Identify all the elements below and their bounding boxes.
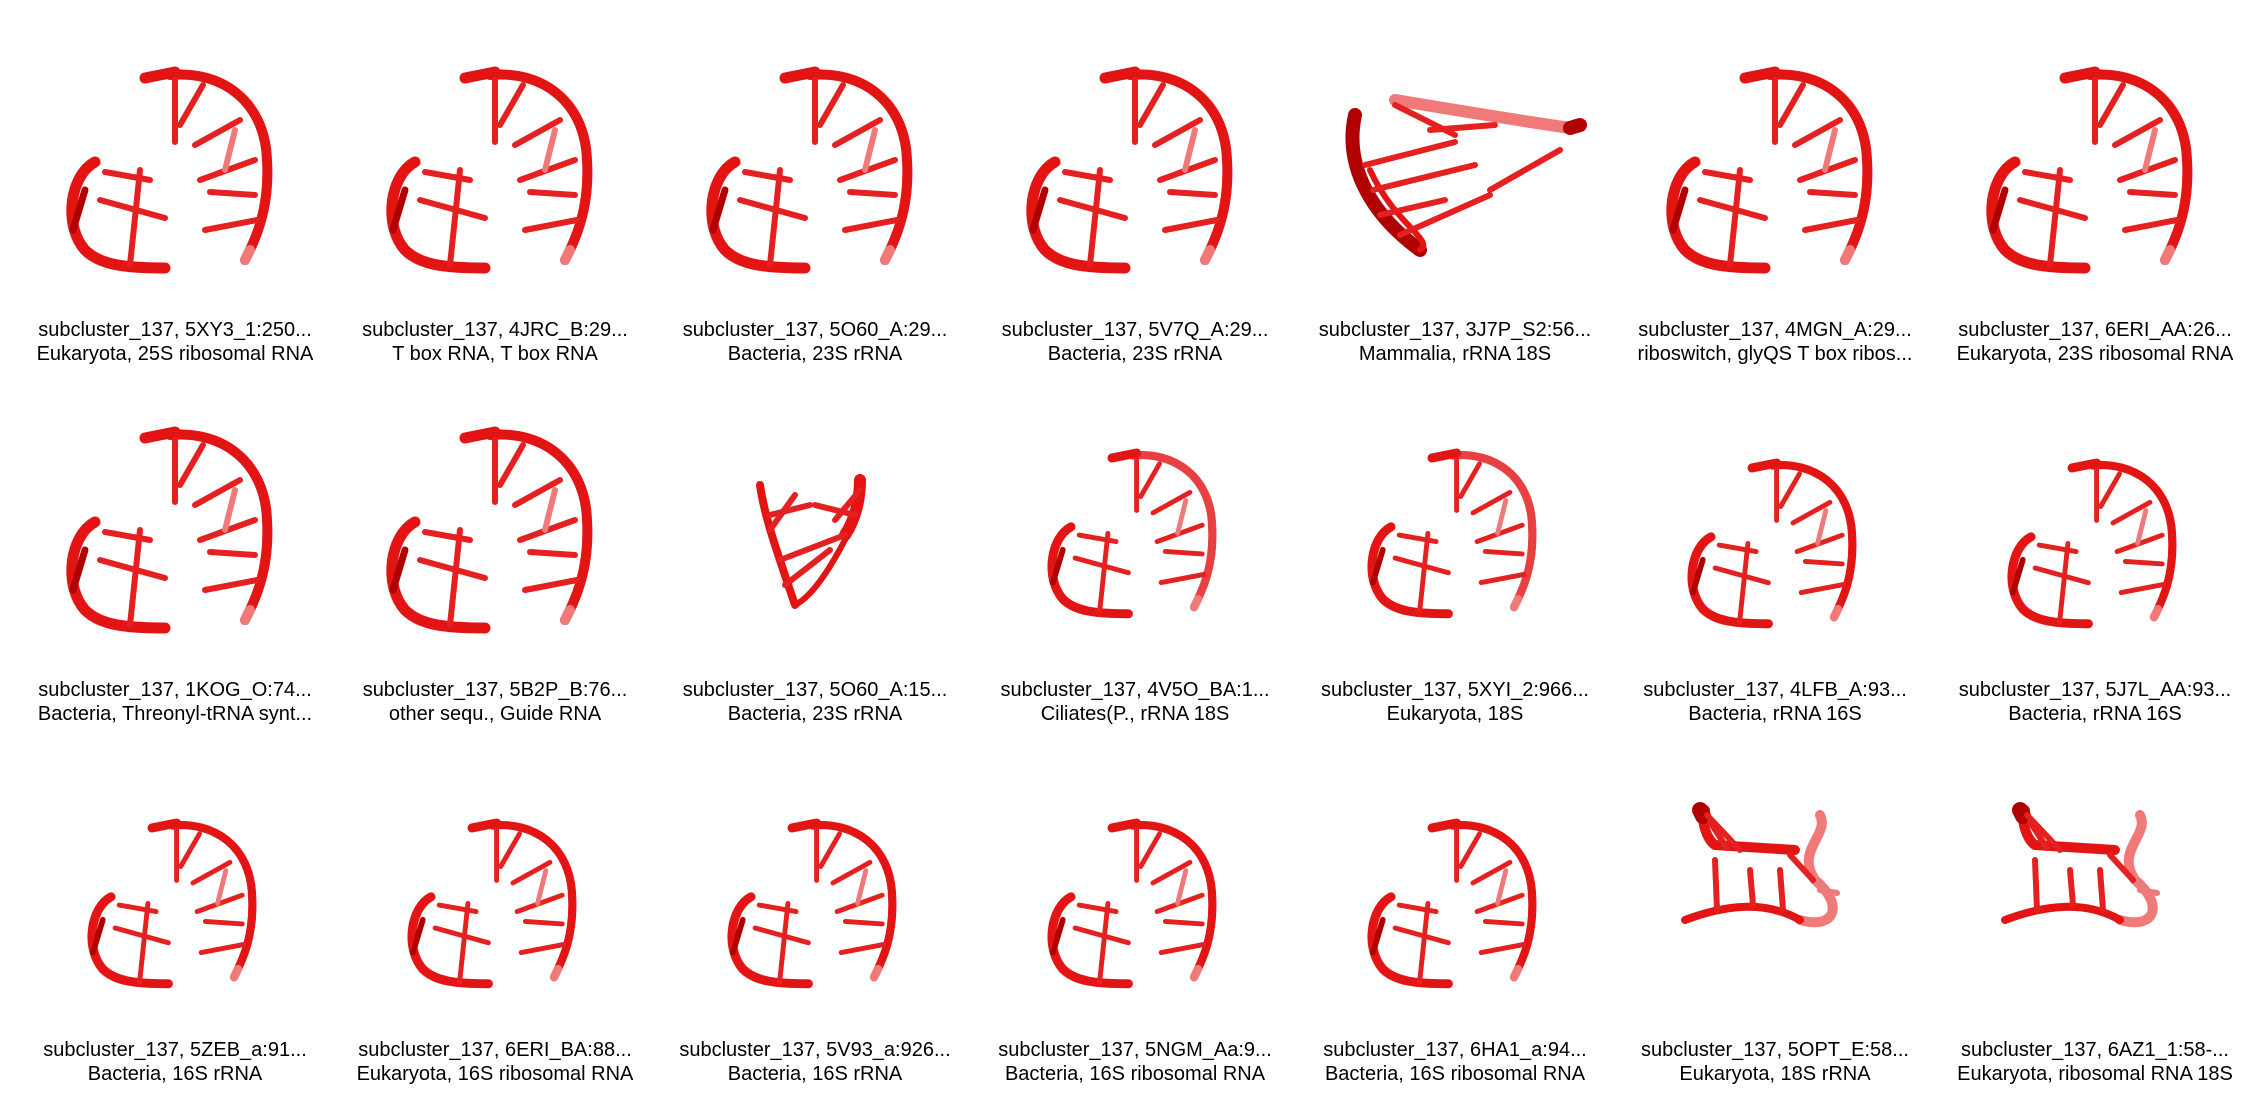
rna-structure-image bbox=[1047, 818, 1217, 989]
panel-title: subcluster_137, 6ERI_AA:26... bbox=[1958, 319, 2232, 341]
structure-panel: subcluster_137, 5O60_A:15... Bacteria, 23… bbox=[655, 360, 975, 725]
panel-title: subcluster_137, 6ERI_BA:88... bbox=[358, 1039, 632, 1061]
panel-title: subcluster_137, 5O60_A:15... bbox=[682, 679, 948, 701]
structure-panel: subcluster_137, 6AZ1_1:58-... Eukaryota, … bbox=[1935, 720, 2255, 1085]
rna-structure-image bbox=[1666, 66, 1873, 274]
rna-structure-image bbox=[1986, 66, 2193, 274]
panel-subtitle: Bacteria, 16S rRNA bbox=[727, 1063, 903, 1085]
structure-grid: subcluster_137, 5XY3_1:250... Eukaryota, … bbox=[0, 0, 2260, 1100]
rna-structure-image bbox=[2007, 458, 2177, 629]
panel-title: subcluster_137, 3J7P_S2:56... bbox=[1318, 319, 1592, 341]
structure-panel: subcluster_137, 4MGN_A:29... riboswitch, … bbox=[1615, 0, 1935, 365]
panel-title: subcluster_137, 4MGN_A:29... bbox=[1638, 319, 1912, 341]
structure-panel: subcluster_137, 3J7P_S2:56... Mammalia, r… bbox=[1295, 0, 1615, 365]
panel-title: subcluster_137, 6HA1_a:94... bbox=[1323, 1039, 1587, 1061]
panel-title: subcluster_137, 5O60_A:29... bbox=[682, 319, 948, 341]
structure-panel: subcluster_137, 4JRC_B:29... T box RNA, T… bbox=[335, 0, 655, 365]
rna-structure-image bbox=[66, 426, 273, 634]
rna-structure-image bbox=[1681, 802, 1840, 928]
structure-panel: subcluster_137, 1KOG_O:74... Bacteria, Th… bbox=[15, 360, 335, 725]
panel-title: subcluster_137, 5V93_a:926... bbox=[679, 1039, 951, 1061]
panel-subtitle: Bacteria, 16S ribosomal RNA bbox=[1324, 1063, 1586, 1085]
structure-panel: subcluster_137, 6HA1_a:94... Bacteria, 16… bbox=[1295, 720, 1615, 1085]
structure-panel: subcluster_137, 5B2P_B:76... other sequ.,… bbox=[335, 360, 655, 725]
structure-panel: subcluster_137, 5J7L_AA:93... Bacteria, r… bbox=[1935, 360, 2255, 725]
panel-subtitle: Eukaryota, 18S rRNA bbox=[1679, 1063, 1871, 1085]
structure-panel: subcluster_137, 6ERI_AA:26... Eukaryota, … bbox=[1935, 0, 2255, 365]
rna-structure-image bbox=[87, 818, 257, 989]
panel-subtitle: Bacteria, 16S rRNA bbox=[87, 1063, 263, 1085]
structure-panel: subcluster_137, 5V7Q_A:29... Bacteria, 23… bbox=[975, 0, 1295, 365]
rna-structure-image bbox=[1687, 458, 1857, 629]
panel-title: subcluster_137, 6AZ1_1:58-... bbox=[1961, 1039, 2229, 1061]
panel-subtitle: Bacteria, 16S ribosomal RNA bbox=[1004, 1063, 1266, 1085]
panel-title: subcluster_137, 5J7L_AA:93... bbox=[1958, 679, 2232, 701]
rna-structure-image bbox=[706, 66, 913, 274]
structure-panel: subcluster_137, 5OPT_E:58... Eukaryota, 1… bbox=[1615, 720, 1935, 1085]
rna-structure-image bbox=[2001, 802, 2160, 928]
rna-structure-image bbox=[66, 66, 273, 274]
structure-panel: subcluster_137, 4LFB_A:93... Bacteria, rR… bbox=[1615, 360, 1935, 725]
panel-title: subcluster_137, 4LFB_A:93... bbox=[1643, 679, 1907, 701]
panel-title: subcluster_137, 5V7Q_A:29... bbox=[1001, 319, 1269, 341]
panel-subtitle: Eukaryota, ribosomal RNA 18S bbox=[1957, 1063, 2233, 1085]
panel-title: subcluster_137, 1KOG_O:74... bbox=[38, 679, 312, 701]
rna-structure-image bbox=[386, 426, 593, 634]
panel-title: subcluster_137, 5B2P_B:76... bbox=[362, 679, 628, 701]
rna-structure-image bbox=[1367, 818, 1537, 989]
structure-panel: subcluster_137, 5XYI_2:966... Eukaryota, … bbox=[1295, 360, 1615, 725]
rna-structure-image bbox=[386, 66, 593, 274]
rna-structure-image bbox=[1367, 448, 1537, 619]
rna-structure-image bbox=[407, 818, 577, 989]
panel-subtitle: Eukaryota, 16S ribosomal RNA bbox=[356, 1063, 634, 1085]
panel-title: subcluster_137, 5XYI_2:966... bbox=[1321, 679, 1589, 701]
rna-structure-image bbox=[756, 474, 866, 609]
panel-title: subcluster_137, 5ZEB_a:91... bbox=[43, 1039, 307, 1061]
panel-title: subcluster_137, 4JRC_B:29... bbox=[362, 319, 628, 341]
panel-title: subcluster_137, 4V5O_BA:1... bbox=[1000, 679, 1270, 701]
rna-structure-image bbox=[1345, 94, 1587, 257]
panel-title: subcluster_137, 5OPT_E:58... bbox=[1641, 1039, 1909, 1061]
panel-title: subcluster_137, 5XY3_1:250... bbox=[38, 319, 312, 341]
panel-title: subcluster_137, 5NGM_Aa:9... bbox=[998, 1039, 1272, 1061]
structure-panel: subcluster_137, 5V93_a:926... Bacteria, 1… bbox=[655, 720, 975, 1085]
structure-panel: subcluster_137, 4V5O_BA:1... Ciliates(P.,… bbox=[975, 360, 1295, 725]
structure-panel: subcluster_137, 5ZEB_a:91... Bacteria, 16… bbox=[15, 720, 335, 1085]
rna-structure-image bbox=[727, 818, 897, 989]
structure-panel: subcluster_137, 5NGM_Aa:9... Bacteria, 16… bbox=[975, 720, 1295, 1085]
structure-panel: subcluster_137, 5XY3_1:250... Eukaryota, … bbox=[15, 0, 335, 365]
rna-structure-image bbox=[1026, 66, 1233, 274]
rna-structure-image bbox=[1047, 448, 1217, 619]
structure-panel: subcluster_137, 5O60_A:29... Bacteria, 23… bbox=[655, 0, 975, 365]
structure-panel: subcluster_137, 6ERI_BA:88... Eukaryota, … bbox=[335, 720, 655, 1085]
